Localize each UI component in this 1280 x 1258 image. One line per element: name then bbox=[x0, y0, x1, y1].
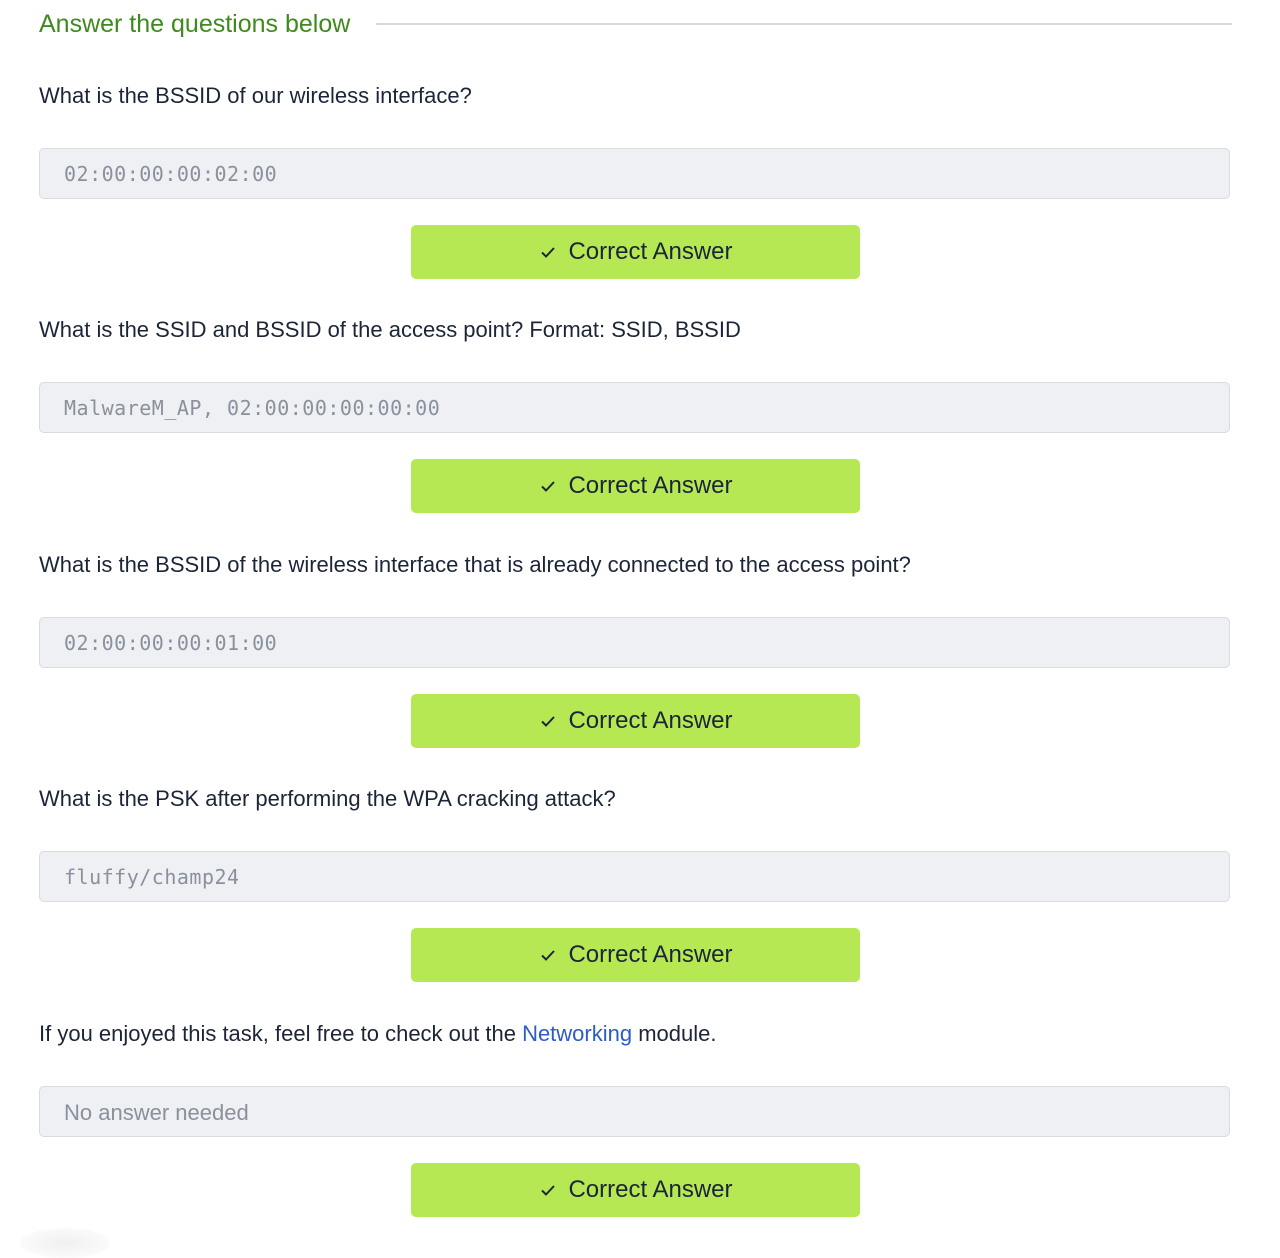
button-label: Correct Answer bbox=[568, 1176, 733, 1203]
correct-answer-button[interactable]: Correct Answer bbox=[411, 459, 860, 513]
check-icon bbox=[541, 716, 556, 727]
answer-field[interactable]: 02:00:00:00:01:00 bbox=[39, 617, 1230, 668]
networking-module-link[interactable]: Networking bbox=[522, 1021, 632, 1046]
correct-answer-button[interactable]: Correct Answer bbox=[411, 928, 860, 982]
question-block-5: If you enjoyed this task, feel free to c… bbox=[39, 1019, 1232, 1217]
answer-field[interactable]: No answer needed bbox=[39, 1086, 1230, 1137]
answer-field[interactable]: 02:00:00:00:02:00 bbox=[39, 148, 1230, 199]
question-text-before: If you enjoyed this task, feel free to c… bbox=[39, 1021, 523, 1046]
question-text: What is the BSSID of the wireless interf… bbox=[39, 552, 911, 577]
check-icon bbox=[541, 481, 556, 492]
question-text: What is the BSSID of our wireless interf… bbox=[39, 83, 472, 108]
button-label: Correct Answer bbox=[568, 238, 733, 265]
corner-shadow bbox=[20, 1228, 110, 1258]
answer-field[interactable]: fluffy/champ24 bbox=[39, 851, 1230, 902]
section-divider bbox=[376, 23, 1232, 25]
correct-answer-button[interactable]: Correct Answer bbox=[411, 1163, 860, 1217]
button-label: Correct Answer bbox=[568, 707, 733, 734]
question-text: What is the PSK after performing the WPA… bbox=[39, 786, 616, 811]
question-text: If you enjoyed this task, feel free to c… bbox=[39, 1019, 1232, 1049]
check-icon bbox=[541, 1185, 556, 1196]
question-block-3: What is the BSSID of the wireless interf… bbox=[39, 550, 1232, 748]
correct-answer-button[interactable]: Correct Answer bbox=[411, 694, 860, 748]
questions-section: Answer the questions below What is the B… bbox=[39, 0, 1232, 1217]
question-text: What is the SSID and BSSID of the access… bbox=[39, 317, 741, 342]
question-block-2: What is the SSID and BSSID of the access… bbox=[39, 315, 1232, 513]
button-label: Correct Answer bbox=[568, 472, 733, 499]
answer-field[interactable]: MalwareM_AP, 02:00:00:00:00:00 bbox=[39, 382, 1230, 433]
question-text-after: module. bbox=[632, 1021, 717, 1046]
check-icon bbox=[541, 950, 556, 961]
section-header: Answer the questions below bbox=[39, 0, 1232, 48]
question-block-4: What is the PSK after performing the WPA… bbox=[39, 784, 1232, 982]
check-icon bbox=[541, 247, 556, 258]
section-title: Answer the questions below bbox=[39, 10, 351, 38]
correct-answer-button[interactable]: Correct Answer bbox=[411, 225, 860, 279]
button-label: Correct Answer bbox=[568, 941, 733, 968]
question-block-1: What is the BSSID of our wireless interf… bbox=[39, 81, 1232, 279]
